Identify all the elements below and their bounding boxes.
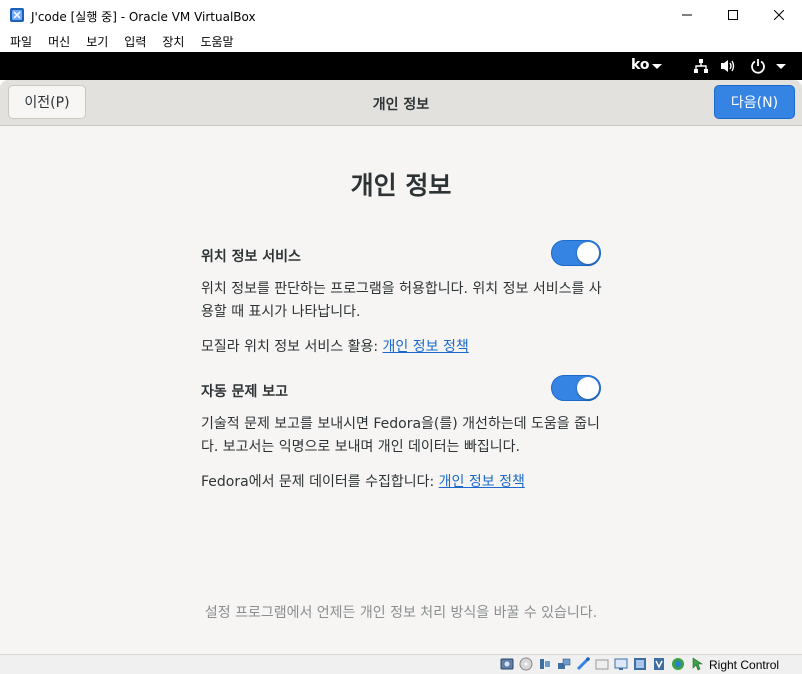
menu-file[interactable]: 파일 [2,33,40,50]
network-adapter-icon[interactable] [557,657,571,671]
virtualbox-icon [10,8,24,22]
host-key-label: Right Control [709,658,780,672]
vm-statusbar: Right Control [0,654,802,674]
close-button[interactable] [756,0,802,30]
reporting-privacy-policy-link[interactable]: 개인 정보 정책 [439,474,525,490]
audio-icon[interactable] [538,657,552,671]
minimize-icon [682,14,692,16]
location-policy-prefix: 모질라 위치 정보 서비스 활용: [201,339,383,355]
optical-drive-icon[interactable] [519,657,533,671]
power-icon[interactable] [750,58,766,74]
footer-note: 설정 프로그램에서 언제든 개인 정보 처리 방식을 바꿀 수 있습니다. [204,605,598,621]
menu-input[interactable]: 입력 [116,33,154,50]
location-services-label: 위치 정보 서비스 [201,249,301,265]
switch-knob [577,377,599,399]
page-title: 개인 정보 [350,171,452,200]
reporting-policy-line: Fedora에서 문제 데이터를 수집합니다: 개인 정보 정책 [201,471,525,491]
menu-machine[interactable]: 머신 [40,33,78,50]
menu-help[interactable]: 도움말 [192,33,241,50]
headerbar: 이전(P) 개인 정보 다음(N) [0,80,802,126]
setup-window: 이전(P) 개인 정보 다음(N) 개인 정보 위치 정보 서비스 위치 정보를… [0,80,802,654]
usb-icon[interactable] [576,657,590,671]
location-privacy-policy-link[interactable]: 개인 정보 정책 [383,339,469,355]
hard-disk-icon[interactable] [500,657,514,671]
problem-reporting-label: 자동 문제 보고 [201,384,289,400]
network-icon[interactable] [693,58,709,74]
display-icon[interactable] [614,657,628,671]
location-services-switch[interactable] [551,240,601,266]
language-chevron-down-icon [652,64,662,69]
gnome-top-bar: ko [0,52,802,80]
location-policy-line: 모질라 위치 정보 서비스 활용: 개인 정보 정책 [201,336,469,356]
guest-additions-icon[interactable] [671,657,685,671]
window-titlebar: J'code [실행 중] - Oracle VM VirtualBox [0,0,802,30]
maximize-icon [728,10,738,20]
location-services-description: 위치 정보를 판단하는 프로그램을 허용합니다. 위치 정보 서비스를 사용할 … [201,281,602,320]
language-indicator[interactable]: ko [631,57,650,73]
video-capture-icon[interactable] [633,657,647,671]
mouse-integration-icon[interactable] [690,657,704,671]
volume-icon[interactable] [720,58,737,74]
minimize-button[interactable] [664,0,710,30]
system-menu-chevron-down-icon [776,64,786,69]
shared-folders-icon[interactable] [595,657,609,671]
switch-knob [577,242,599,264]
menubar: 파일 머신 보기 입력 장치 도움말 [0,30,802,52]
menu-devices[interactable]: 장치 [154,33,192,50]
close-icon [774,10,784,20]
headerbar-title: 개인 정보 [372,97,430,113]
window-title: J'code [실행 중] - Oracle VM VirtualBox [31,10,256,24]
next-button[interactable]: 다음(N) [714,85,795,119]
maximize-button[interactable] [710,0,756,30]
reporting-policy-prefix: Fedora에서 문제 데이터를 수집합니다: [201,474,439,490]
problem-reporting-description: 기술적 문제 보고를 보내시면 Fedora을(를) 개선하는데 도움을 줍니다… [201,416,600,455]
virtualization-icon[interactable] [652,657,666,671]
problem-reporting-switch[interactable] [551,375,601,401]
menu-view[interactable]: 보기 [78,33,116,50]
